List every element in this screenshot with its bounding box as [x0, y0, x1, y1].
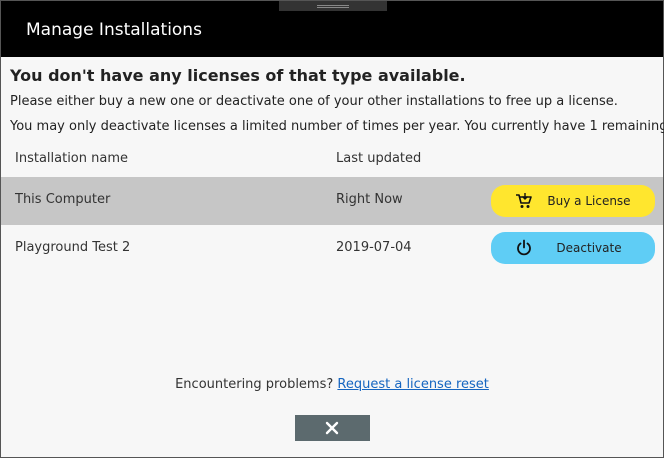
drag-handle[interactable]	[279, 1, 387, 11]
request-license-reset-link[interactable]: Request a license reset	[337, 377, 488, 392]
dialog-title: Manage Installations	[26, 20, 202, 40]
table-row[interactable]: Playground Test 2 2019-07-04 Deactivate	[1, 225, 663, 273]
installation-name: This Computer	[15, 192, 111, 207]
column-header-last-updated: Last updated	[336, 151, 422, 166]
deactivate-label: Deactivate	[556, 241, 622, 255]
last-updated: Right Now	[336, 192, 403, 207]
column-header-installation-name: Installation name	[15, 151, 129, 166]
footer-text: Encountering problems?	[175, 377, 334, 392]
deactivate-button[interactable]: Deactivate	[491, 232, 655, 264]
message-line-2: You may only deactivate licenses a limit…	[10, 119, 664, 134]
installation-name: Playground Test 2	[15, 240, 131, 255]
table-row[interactable]: This Computer Right Now Buy a License	[1, 177, 663, 225]
title-bar: Manage Installations	[1, 1, 663, 57]
message-line-1: Please either buy a new one or deactivat…	[10, 94, 618, 109]
message-heading: You don't have any licenses of that type…	[10, 66, 466, 85]
close-button[interactable]	[295, 415, 370, 441]
footer-help: Encountering problems? Request a license…	[1, 377, 663, 392]
buy-license-label: Buy a License	[547, 194, 631, 208]
buy-license-button[interactable]: Buy a License	[491, 185, 655, 217]
last-updated: 2019-07-04	[336, 240, 412, 255]
manage-installations-dialog: Manage Installations You don't have any …	[0, 0, 664, 458]
close-icon	[325, 421, 339, 435]
